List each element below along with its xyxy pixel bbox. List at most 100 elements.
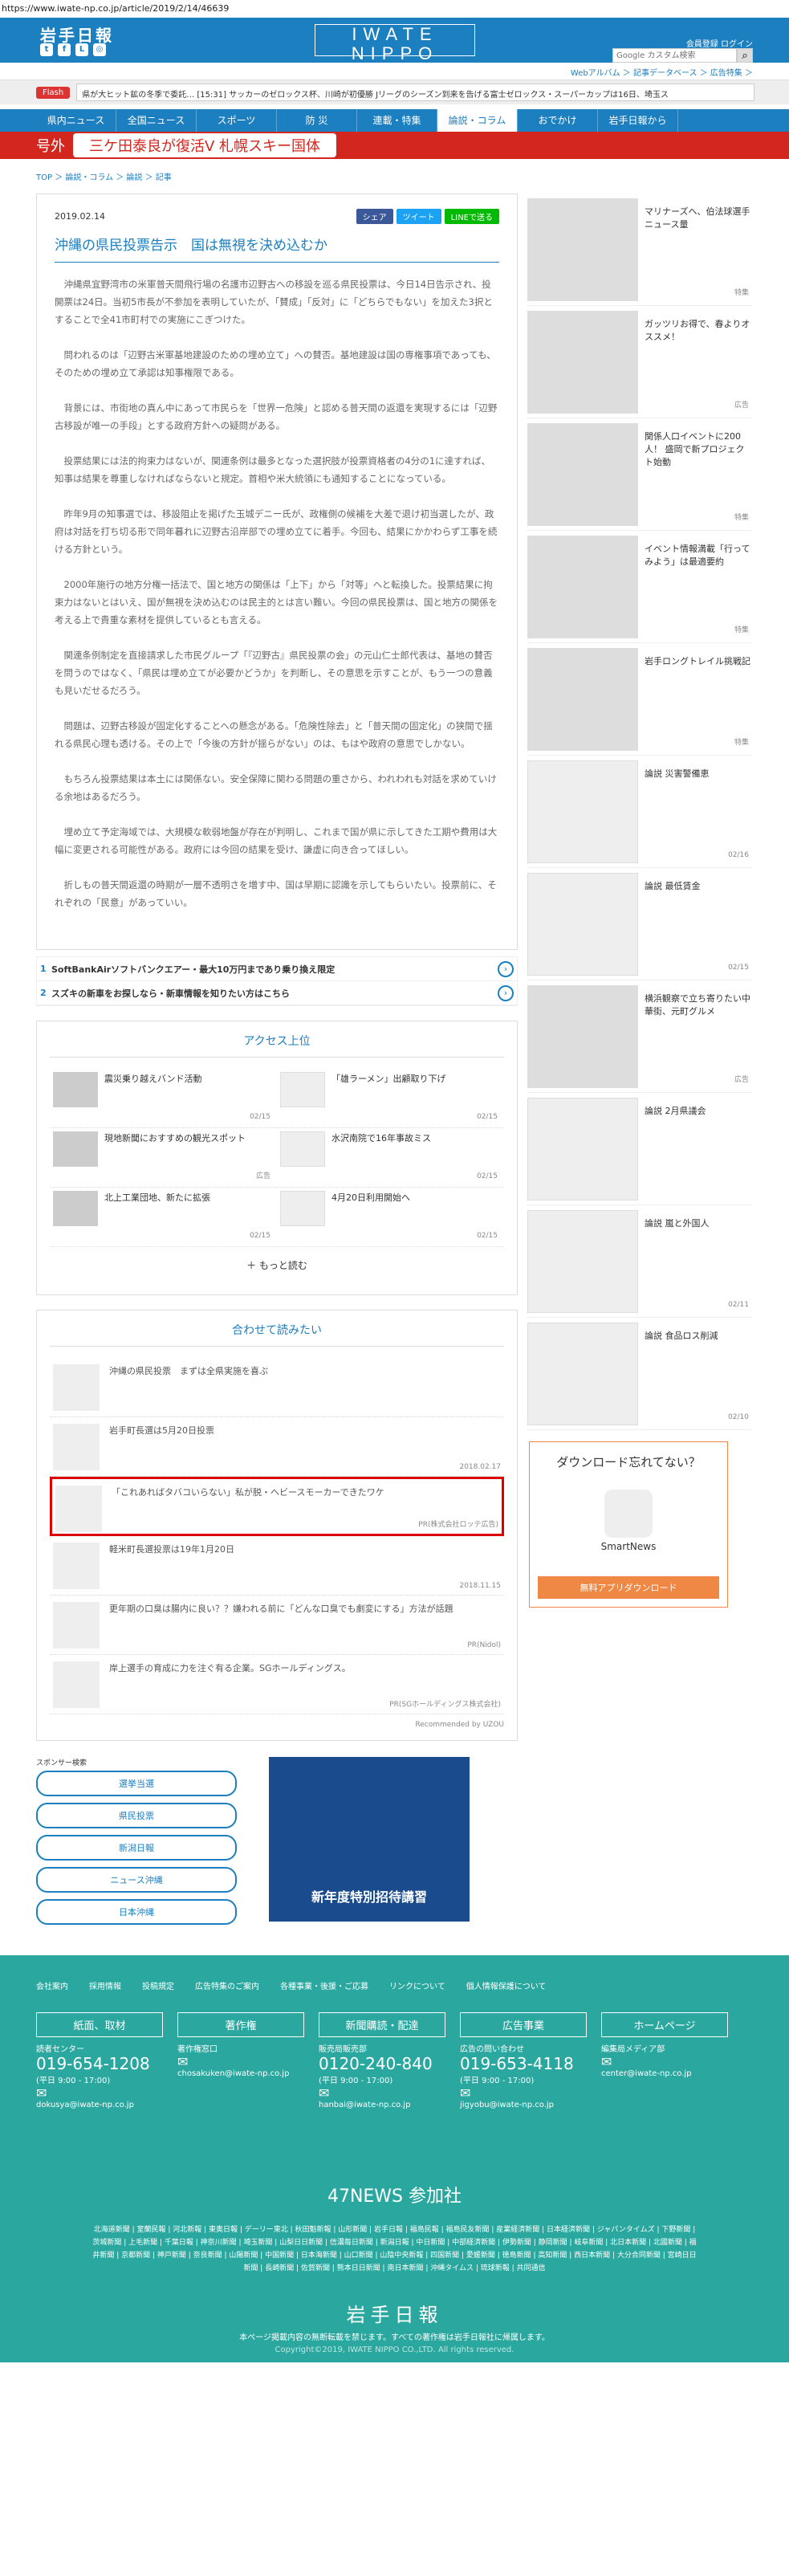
recommend-credit[interactable]: Recommended by UZOU bbox=[50, 1714, 504, 1729]
sidebar-thumbnail bbox=[527, 1098, 638, 1200]
nav-item[interactable]: おでかけ bbox=[518, 109, 598, 132]
flash-tag: Flash bbox=[36, 86, 71, 99]
nav-item[interactable]: 論説・コラム bbox=[437, 109, 518, 132]
nav-item[interactable]: 連載・特集 bbox=[357, 109, 437, 132]
related-item[interactable]: 軽米町長選投票は19年1月20日 2018.11.15 bbox=[50, 1536, 504, 1596]
ranking-item[interactable]: 「雄ラーメン」出顧取り下げ 02/15 bbox=[277, 1069, 504, 1128]
nav-item[interactable]: 県内ニュース bbox=[36, 109, 116, 132]
ranking-item[interactable]: 現地新聞におすすめの観光スポット 広告 bbox=[50, 1128, 277, 1188]
phone-number[interactable]: 019-653-4118 bbox=[460, 2054, 587, 2073]
footer: 会社案内 採用情報 投稿規定 広告特集のご案内 各種事業・後援・ご応募 リンクについて 個人… bbox=[0, 1955, 789, 2362]
footer-link[interactable]: 個人情報保護について bbox=[466, 1979, 547, 1991]
sidebar-item[interactable]: ガッツリお得で、春よりオススメ！ 広告 bbox=[527, 306, 752, 418]
sidebar-label: 特集 bbox=[734, 626, 749, 634]
url-bar[interactable]: https://www.iwate-np.co.jp/article/2019/… bbox=[0, 0, 789, 18]
related-thumbnail bbox=[53, 1543, 100, 1589]
sidebar-item[interactable]: 横浜観察で立ち寄りたい中華街、元町グルメ 広告 bbox=[527, 980, 752, 1093]
phone-number[interactable]: 0120-240-840 bbox=[319, 2054, 445, 2073]
sidebar-item[interactable]: 論説 2月県議会 bbox=[527, 1093, 752, 1205]
sponsor-button[interactable]: 新潟日報 bbox=[36, 1835, 237, 1861]
ranking-title: 震災乗り越えバンド活動 bbox=[104, 1074, 202, 1084]
app-download-button[interactable]: 無料アプリダウンロード bbox=[538, 1576, 719, 1599]
related-item[interactable]: 岸上選手の育成に力を注ぐ有る企業。SGホールディングス。 PR(SGホールディング… bbox=[50, 1655, 504, 1714]
nav-item[interactable]: 防 災 bbox=[277, 109, 357, 132]
more-button[interactable]: ＋ もっと読む bbox=[50, 1247, 504, 1283]
account-links[interactable]: 会員登録 ログイン bbox=[686, 37, 753, 49]
email-address[interactable]: dokusya@iwate-np.co.jp bbox=[36, 2101, 163, 2109]
sidebar-item[interactable]: 論説 最低賃金 02/15 bbox=[527, 868, 752, 980]
related-item[interactable]: 更年期の口臭は腸内に良い？？嫌われる前に「どんな口臭でも劇変にする」方法が話題 P… bbox=[50, 1596, 504, 1655]
search-input[interactable] bbox=[612, 48, 737, 63]
ranking-item[interactable]: 水沢南院で16年事故ミス 02/15 bbox=[277, 1128, 504, 1188]
footer-link[interactable]: 会社案内 bbox=[36, 1979, 68, 1991]
nav-item[interactable]: 全国ニュース bbox=[116, 109, 197, 132]
sponsor-button[interactable]: 日本沖縄 bbox=[36, 1899, 237, 1925]
email-address[interactable]: hanbai@iwate-np.co.jp bbox=[319, 2101, 445, 2109]
related-title: 岸上選手の育成に力を注ぐ有る企業。SGホールディングス。 bbox=[109, 1663, 351, 1673]
sidebar-title: 論説 嵐と外国人 bbox=[645, 1218, 710, 1229]
related-item[interactable]: 「これあればタバコいらない」私が脱・ヘビースモーカーできたワケ PR(株式会社ロッ… bbox=[50, 1477, 504, 1536]
footer-col-heading[interactable]: 広告事業 bbox=[460, 2012, 587, 2037]
article-paragraph: もちろん投票結果は本土には関係ない。安全保障に関わる問題の重さから、われわれも対… bbox=[55, 773, 497, 802]
flash-ticker[interactable]: 県が大ヒット鉱の冬季で委託… [15:31] サッカーのゼロックス杯、川崎が初優… bbox=[76, 84, 755, 101]
footer-link[interactable]: 各種事業・後援・ご応募 bbox=[280, 1979, 368, 1991]
line-share-button[interactable]: LINEで送る bbox=[444, 209, 499, 224]
text-ad-row[interactable]: 2 スズキの新車をお探しなら・新車情報を知りたい方はこちら › bbox=[37, 981, 517, 1005]
facebook-share-button[interactable]: シェア bbox=[356, 209, 393, 224]
sponsor-button[interactable]: 選挙当選 bbox=[36, 1771, 237, 1796]
sponsor-banner[interactable]: 新年度特別招待講習 bbox=[269, 1757, 470, 1922]
breadcrumb[interactable]: TOP ＞ 論説・コラム ＞ 論説 ＞ 記事 bbox=[0, 159, 789, 194]
phone-number[interactable]: 019-654-1208 bbox=[36, 2054, 163, 2073]
sponsor-button[interactable]: 県民投票 bbox=[36, 1803, 237, 1828]
line-icon[interactable]: L bbox=[75, 43, 88, 56]
tweet-button[interactable]: ツイート bbox=[396, 209, 441, 224]
sidebar-item[interactable]: 論説 嵐と外国人 02/11 bbox=[527, 1205, 752, 1318]
sidebar-item[interactable]: 関係人口イベントに200人！ 盛岡で新プロジェクト始動 特集 bbox=[527, 418, 752, 531]
sidebar-item[interactable]: イベント情報満載「行ってみよう」は最適要約 特集 bbox=[527, 531, 752, 643]
footer-link[interactable]: 広告特集のご案内 bbox=[195, 1979, 259, 1991]
footer-link[interactable]: 投稿規定 bbox=[142, 1979, 174, 1991]
article-paragraph: 投票結果には法的拘束力はないが、関連条例は最多となった選択肢が投票資格者の4分の… bbox=[55, 455, 491, 484]
ranking-item[interactable]: 4月20日利用開始へ 02/15 bbox=[277, 1188, 504, 1247]
footer-col-heading[interactable]: ホームページ bbox=[601, 2012, 728, 2037]
footer-col-heading[interactable]: 著作権 bbox=[177, 2012, 304, 2037]
instagram-icon[interactable]: ◎ bbox=[93, 43, 106, 56]
sidebar-thumbnail bbox=[527, 648, 638, 751]
sidebar-item[interactable]: 岩手ロングトレイル挑戦記 特集 bbox=[527, 643, 752, 756]
footer-col-heading[interactable]: 紙面、取材 bbox=[36, 2012, 163, 2037]
sidebar-label: 02/16 bbox=[728, 851, 749, 859]
ranking-date: 広告 bbox=[255, 1172, 270, 1180]
nav-item[interactable]: スポーツ bbox=[197, 109, 277, 132]
partner-papers[interactable]: 北海道新聞 | 室蘭民報 | 河北新報 | 東奥日報 | デーリー東北 | 秋田… bbox=[90, 2223, 700, 2275]
footer-col-heading[interactable]: 新聞購読・配達 bbox=[319, 2012, 445, 2037]
ranking-thumbnail bbox=[53, 1072, 98, 1107]
nav-item[interactable]: 岩手日報から bbox=[598, 109, 678, 132]
sidebar-item[interactable]: マリナーズへ、伯法球選手ニュース量 特集 bbox=[527, 194, 752, 306]
facebook-icon[interactable]: f bbox=[58, 43, 71, 56]
email-address[interactable]: center@iwate-np.co.jp bbox=[601, 2069, 728, 2078]
brand-logo[interactable]: IWATE NIPPO 2019.02.16 土 bbox=[315, 24, 475, 75]
related-sub: PR(株式会社ロッテ広告) bbox=[418, 1521, 498, 1529]
email-address[interactable]: jigyobu@iwate-np.co.jp bbox=[460, 2101, 587, 2109]
sidebar-item[interactable]: 論説 災害警備恵 02/16 bbox=[527, 756, 752, 868]
smartnews-ad[interactable]: ダウンロード忘れてない？ SmartNews 無料アプリダウンロード bbox=[529, 1441, 728, 1608]
special-headline[interactable]: 三ケ田泰良が復活V 札幌スキー国体 bbox=[73, 133, 337, 157]
twitter-icon[interactable]: t bbox=[40, 43, 53, 56]
search-button[interactable]: ⌕ bbox=[737, 48, 753, 63]
text-ad-row[interactable]: 1 SoftBankAirソフトバンクエアー・最大10万円まであり乗り換え限定 › bbox=[37, 957, 517, 981]
ranking-item[interactable]: 北上工業団地、新たに拡張 02/15 bbox=[50, 1188, 277, 1247]
sponsor-button[interactable]: ニュース沖縄 bbox=[36, 1867, 237, 1893]
email-address[interactable]: chosakuken@iwate-np.co.jp bbox=[177, 2069, 304, 2078]
sponsor-area: スポンサー検索 選挙当選 県民投票 新潟日報 ニュース沖縄 日本沖縄 新年度特別招待講習 bbox=[0, 1741, 789, 1947]
related-item[interactable]: 沖縄の県民投票 まずは全県実施を喜ぶ bbox=[50, 1358, 504, 1417]
related-item[interactable]: 岩手町長選は5月20日投票 2018.02.17 bbox=[50, 1417, 504, 1477]
sidebar-text: 論説 食品ロス削減 02/10 bbox=[645, 1323, 752, 1425]
footer-link[interactable]: 採用情報 bbox=[89, 1979, 121, 1991]
footer-links: 会社案内 採用情報 投稿規定 広告特集のご案内 各種事業・後援・ご応募 リンクについて 個人… bbox=[36, 1979, 753, 1991]
sidebar-item[interactable]: 論説 食品ロス削減 02/10 bbox=[527, 1318, 752, 1430]
sidebar-text: 論説 2月県議会 bbox=[645, 1098, 752, 1200]
footer-link[interactable]: リンクについて bbox=[389, 1979, 445, 1991]
office-hours: (平日 9:00 - 17:00) bbox=[460, 2077, 535, 2085]
ranking-item[interactable]: 震災乗り越えバンド活動 02/15 bbox=[50, 1069, 277, 1128]
small-logo[interactable]: 岩手日報 bbox=[40, 22, 114, 46]
